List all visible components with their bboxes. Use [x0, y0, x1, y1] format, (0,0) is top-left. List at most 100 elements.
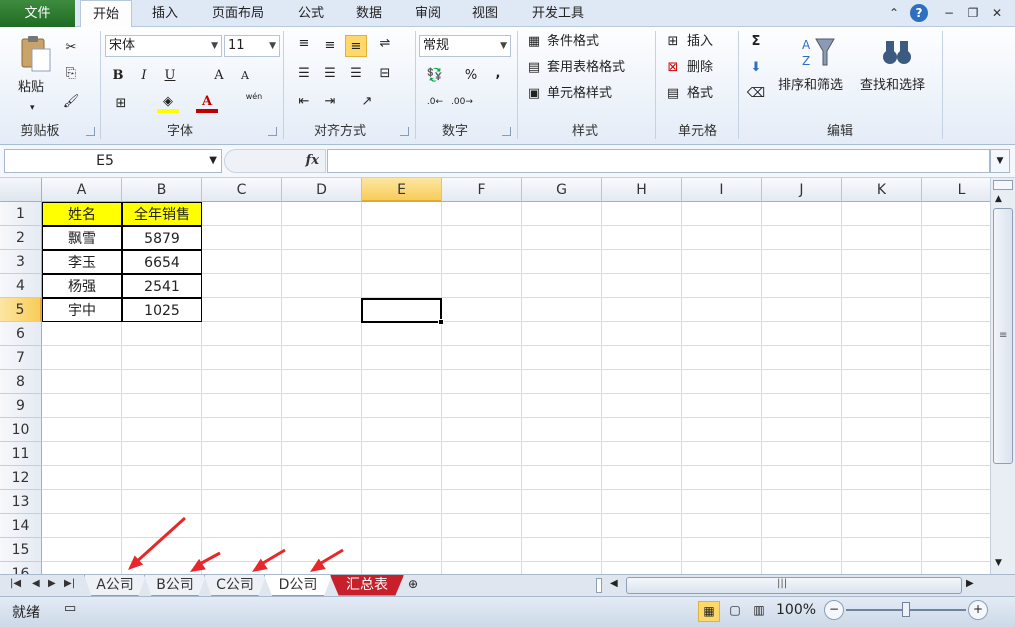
cell-j15[interactable]	[762, 538, 842, 562]
shrink-font-button[interactable]: A	[234, 65, 256, 87]
decrease-indent-icon[interactable]: ⇤	[293, 91, 315, 113]
cell-h14[interactable]	[602, 514, 682, 538]
alignment-launcher-icon[interactable]	[400, 127, 409, 136]
tab-file[interactable]: 文件	[0, 0, 75, 27]
cell-i5[interactable]	[682, 298, 762, 322]
clipboard-launcher-icon[interactable]	[86, 127, 95, 136]
scroll-right-icon[interactable]: ▶	[966, 578, 974, 589]
help-icon[interactable]: ?	[910, 4, 928, 22]
row-header-15[interactable]: 15	[0, 538, 42, 562]
fill-icon[interactable]: ⬇	[745, 57, 767, 79]
italic-button[interactable]: I	[133, 65, 155, 87]
cell-e4[interactable]	[362, 274, 442, 298]
cell-g9[interactable]	[522, 394, 602, 418]
zoom-out-icon[interactable]: −	[824, 600, 844, 620]
column-header-f[interactable]: F	[442, 178, 522, 202]
cell-h2[interactable]	[602, 226, 682, 250]
cell-f4[interactable]	[442, 274, 522, 298]
cell-g11[interactable]	[522, 442, 602, 466]
cell-g8[interactable]	[522, 370, 602, 394]
cell-a14[interactable]	[42, 514, 122, 538]
row-header-3[interactable]: 3	[0, 250, 42, 274]
cell-e14[interactable]	[362, 514, 442, 538]
cell-a15[interactable]	[42, 538, 122, 562]
cell-j7[interactable]	[762, 346, 842, 370]
cell-g16[interactable]	[522, 562, 602, 574]
paste-button[interactable]: 粘贴	[18, 77, 44, 99]
column-header-a[interactable]: A	[42, 178, 122, 202]
ribbon-collapse-icon[interactable]: ⌃	[885, 4, 903, 22]
cell-k9[interactable]	[842, 394, 922, 418]
cell-g2[interactable]	[522, 226, 602, 250]
cell-g14[interactable]	[522, 514, 602, 538]
cell-e7[interactable]	[362, 346, 442, 370]
format-as-table-button[interactable]: 套用表格格式	[547, 57, 625, 79]
vertical-scrollbar[interactable]: ▲ ≡ ▼	[990, 178, 1015, 574]
paste-dropdown-icon[interactable]: ▾	[30, 97, 35, 119]
cell-e10[interactable]	[362, 418, 442, 442]
cell-e2[interactable]	[362, 226, 442, 250]
grow-font-button[interactable]: A	[208, 65, 230, 87]
font-launcher-icon[interactable]	[268, 127, 277, 136]
cell-j12[interactable]	[762, 466, 842, 490]
cell-h1[interactable]	[602, 202, 682, 226]
cell-k12[interactable]	[842, 466, 922, 490]
name-box[interactable]: E5 ▼	[4, 149, 222, 173]
cell-d3[interactable]	[282, 250, 362, 274]
tab-page-layout[interactable]: 页面布局	[200, 0, 276, 27]
cell-f14[interactable]	[442, 514, 522, 538]
cell-d10[interactable]	[282, 418, 362, 442]
cell-d12[interactable]	[282, 466, 362, 490]
number-launcher-icon[interactable]	[502, 127, 511, 136]
cell-g7[interactable]	[522, 346, 602, 370]
cell-k15[interactable]	[842, 538, 922, 562]
cell-h16[interactable]	[602, 562, 682, 574]
cell-j2[interactable]	[762, 226, 842, 250]
cell-l6[interactable]	[922, 322, 990, 346]
cell-c14[interactable]	[202, 514, 282, 538]
border-icon[interactable]: ⊞	[110, 93, 132, 115]
normal-view-icon[interactable]: ▦	[698, 601, 720, 622]
cell-j14[interactable]	[762, 514, 842, 538]
cell-k1[interactable]	[842, 202, 922, 226]
cell-l14[interactable]	[922, 514, 990, 538]
cell-h5[interactable]	[602, 298, 682, 322]
cell-d13[interactable]	[282, 490, 362, 514]
cell-k8[interactable]	[842, 370, 922, 394]
split-box[interactable]	[993, 180, 1013, 190]
percent-button[interactable]: %	[460, 65, 482, 87]
cell-g1[interactable]	[522, 202, 602, 226]
cell-f15[interactable]	[442, 538, 522, 562]
cell-e3[interactable]	[362, 250, 442, 274]
row-header-5[interactable]: 5	[0, 298, 42, 322]
cell-i10[interactable]	[682, 418, 762, 442]
row-header-7[interactable]: 7	[0, 346, 42, 370]
cell-i14[interactable]	[682, 514, 762, 538]
cell-b5[interactable]: 1025	[122, 298, 202, 322]
cell-b7[interactable]	[122, 346, 202, 370]
column-header-e[interactable]: E	[362, 178, 442, 202]
expand-formula-icon[interactable]: ▼	[990, 149, 1010, 173]
cell-i9[interactable]	[682, 394, 762, 418]
cell-d5[interactable]	[282, 298, 362, 322]
cell-b3[interactable]: 6654	[122, 250, 202, 274]
row-header-14[interactable]: 14	[0, 514, 42, 538]
column-header-b[interactable]: B	[122, 178, 202, 202]
column-header-c[interactable]: C	[202, 178, 282, 202]
align-bottom-icon[interactable]: ≡	[345, 35, 367, 57]
page-layout-view-icon[interactable]: ▢	[724, 601, 746, 622]
cell-c13[interactable]	[202, 490, 282, 514]
scroll-up-icon[interactable]: ▲	[995, 194, 1002, 204]
cell-d1[interactable]	[282, 202, 362, 226]
cell-j3[interactable]	[762, 250, 842, 274]
new-sheet-icon[interactable]: ⊕	[408, 577, 418, 591]
cell-l5[interactable]	[922, 298, 990, 322]
cell-c8[interactable]	[202, 370, 282, 394]
comma-button[interactable]: ,	[487, 63, 509, 85]
cell-e9[interactable]	[362, 394, 442, 418]
format-painter-icon[interactable]: 🖌	[60, 91, 82, 113]
close-icon[interactable]: ✕	[988, 4, 1006, 22]
cell-i15[interactable]	[682, 538, 762, 562]
insert-function-icon[interactable]: fx	[306, 151, 319, 171]
cell-c10[interactable]	[202, 418, 282, 442]
